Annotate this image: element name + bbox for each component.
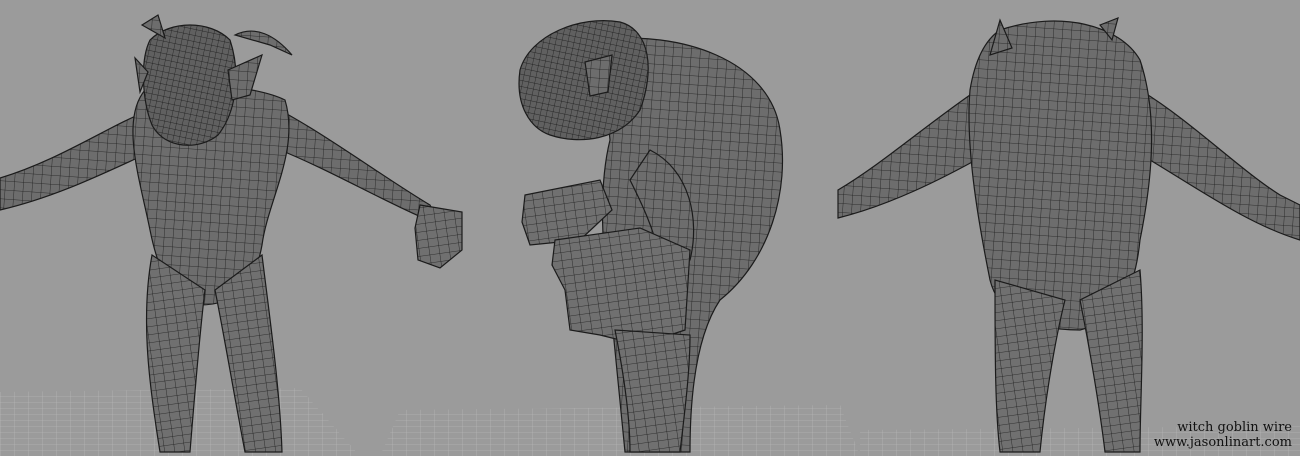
viewport: witch goblin wire www.jasonlinart.com <box>0 0 1300 456</box>
caption-site: www.jasonlinart.com <box>1153 435 1292 450</box>
caption-title: witch goblin wire <box>1177 420 1292 435</box>
watermark-caption: witch goblin wire www.jasonlinart.com <box>1154 420 1292 450</box>
goblin-back-view <box>837 17 1300 453</box>
goblin-front-view <box>0 14 463 453</box>
goblin-side-view <box>518 20 784 453</box>
scene-svg <box>0 14 1300 456</box>
